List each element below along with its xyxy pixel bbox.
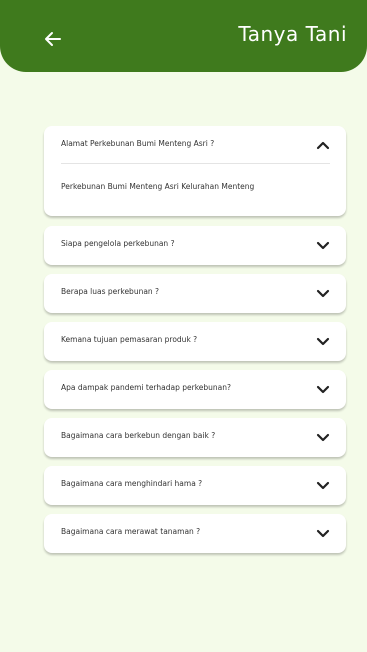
faq-question: Alamat Perkebunan Bumi Menteng Asri ? bbox=[61, 139, 215, 148]
faq-question: Berapa luas perkebunan ? bbox=[61, 287, 160, 296]
app-bar: Tanya Tani bbox=[0, 0, 367, 72]
chevron-down-icon[interactable] bbox=[316, 430, 330, 444]
faq-question: Bagaimana cara merawat tanaman ? bbox=[61, 527, 201, 536]
faq-list: Alamat Perkebunan Bumi Menteng Asri ? Pe… bbox=[44, 126, 346, 562]
chevron-down-icon[interactable] bbox=[316, 526, 330, 540]
faq-item-berkebun[interactable]: Bagaimana cara berkebun dengan baik ? bbox=[44, 418, 346, 457]
faq-question-row[interactable]: Berapa luas perkebunan ? bbox=[44, 274, 346, 313]
chevron-up-icon[interactable] bbox=[316, 138, 330, 152]
faq-question-row[interactable]: Apa dampak pandemi terhadap perkebunan? bbox=[44, 370, 346, 409]
faq-question: Siapa pengelola perkebunan ? bbox=[61, 239, 175, 248]
chevron-down-icon[interactable] bbox=[316, 238, 330, 252]
faq-question: Apa dampak pandemi terhadap perkebunan? bbox=[61, 383, 231, 392]
faq-question: Kemana tujuan pemasaran produk ? bbox=[61, 335, 198, 344]
faq-question-row[interactable]: Alamat Perkebunan Bumi Menteng Asri ? bbox=[44, 126, 346, 165]
faq-question-row[interactable]: Bagaimana cara merawat tanaman ? bbox=[44, 514, 346, 553]
faq-item-pemasaran[interactable]: Kemana tujuan pemasaran produk ? bbox=[44, 322, 346, 361]
arrow-left-icon bbox=[45, 32, 61, 46]
faq-item-pengelola[interactable]: Siapa pengelola perkebunan ? bbox=[44, 226, 346, 265]
chevron-down-icon[interactable] bbox=[316, 478, 330, 492]
faq-item-merawat[interactable]: Bagaimana cara merawat tanaman ? bbox=[44, 514, 346, 553]
faq-item-hama[interactable]: Bagaimana cara menghindari hama ? bbox=[44, 466, 346, 505]
back-button[interactable] bbox=[40, 26, 66, 52]
faq-question: Bagaimana cara menghindari hama ? bbox=[61, 479, 203, 488]
faq-item-luas[interactable]: Berapa luas perkebunan ? bbox=[44, 274, 346, 313]
faq-question-row[interactable]: Siapa pengelola perkebunan ? bbox=[44, 226, 346, 265]
chevron-down-icon[interactable] bbox=[316, 382, 330, 396]
faq-question-row[interactable]: Bagaimana cara berkebun dengan baik ? bbox=[44, 418, 346, 457]
faq-question-row[interactable]: Bagaimana cara menghindari hama ? bbox=[44, 466, 346, 505]
faq-item-pandemi[interactable]: Apa dampak pandemi terhadap perkebunan? bbox=[44, 370, 346, 409]
chevron-down-icon[interactable] bbox=[316, 286, 330, 300]
page-title: Tanya Tani bbox=[238, 22, 347, 46]
faq-answer: Perkebunan Bumi Menteng Asri Kelurahan M… bbox=[61, 182, 255, 191]
faq-question: Bagaimana cara berkebun dengan baik ? bbox=[61, 431, 216, 440]
faq-question-row[interactable]: Kemana tujuan pemasaran produk ? bbox=[44, 322, 346, 361]
faq-item-alamat[interactable]: Alamat Perkebunan Bumi Menteng Asri ? Pe… bbox=[44, 126, 346, 216]
divider bbox=[61, 163, 330, 164]
chevron-down-icon[interactable] bbox=[316, 334, 330, 348]
